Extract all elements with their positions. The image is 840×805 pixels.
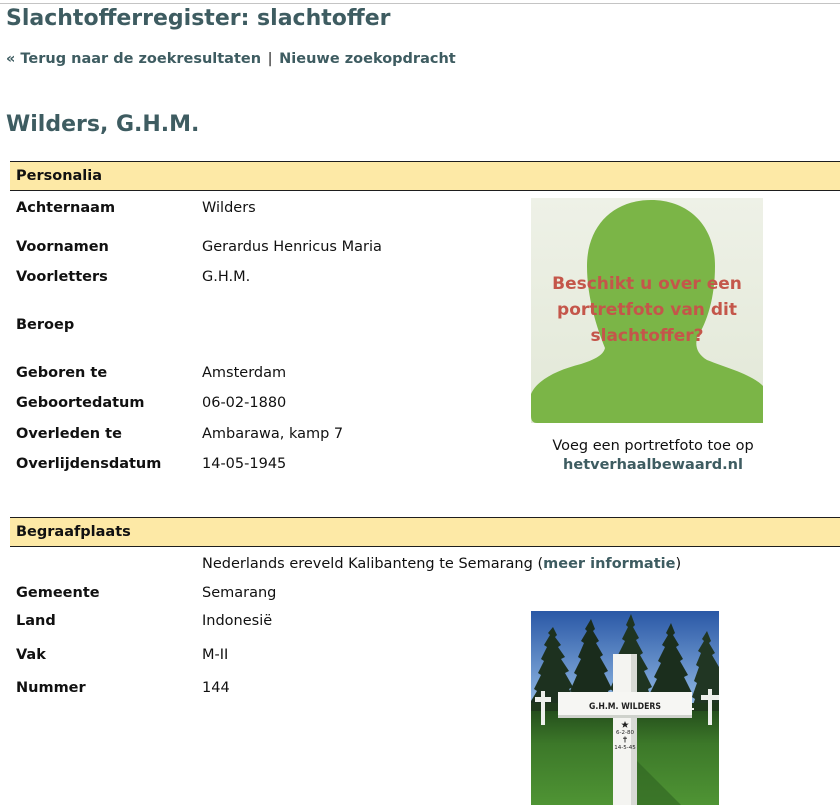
field-label: Beroep (16, 317, 75, 333)
field-value: M-II (202, 647, 229, 663)
field-label: Nummer (16, 680, 86, 696)
portrait-caption: Voeg een portretfoto toe op (552, 438, 754, 454)
field-label: Gemeente (16, 585, 100, 601)
field-label: Voornamen (16, 239, 109, 255)
paren-close: ) (675, 556, 682, 572)
cross-plaque-text: G.H.M. WILDERS (589, 702, 661, 712)
cemetery-row: Nederlands ereveld Kalibanteng te Semara… (0, 554, 681, 574)
top-border (0, 3, 840, 4)
field-value: Indonesië (202, 613, 273, 629)
begraafplaats-header: Begraafplaats (10, 517, 840, 547)
cemetery-name: Nederlands ereveld Kalibanteng te Semara… (202, 556, 533, 572)
grave-photo: G.H.M. WILDERS 6-2-80 14-5-45 (531, 611, 719, 805)
result-navigation: « Terug naar de zoekresultaten | Nieuwe … (6, 49, 456, 69)
field-row-vak: Vak M-II (0, 645, 520, 665)
page-title: Slachtofferregister: slachtoffer (6, 6, 391, 31)
portrait-prompt-line-2: portretfoto van dit (557, 300, 737, 320)
field-label: Land (16, 613, 56, 629)
field-row-overleden-te: Overleden te Ambarawa, kamp 7 (0, 424, 520, 444)
field-value: 14-05-1945 (202, 456, 287, 472)
field-value: 144 (202, 680, 230, 696)
field-value: 06-02-1880 (202, 395, 287, 411)
field-label: Achternaam (16, 200, 116, 216)
hetverhaalbewaard-link[interactable]: hetverhaalbewaard.nl (563, 457, 743, 473)
field-row-land: Land Indonesië (0, 611, 520, 631)
cross-birth-date: 6-2-80 (616, 730, 634, 736)
field-label: Overlijdensdatum (16, 456, 162, 472)
field-row-beroep: Beroep (0, 315, 520, 335)
field-label: Voorletters (16, 269, 108, 285)
field-label: Vak (16, 647, 46, 663)
field-row-overlijdensdatum: Overlijdensdatum 14-05-1945 (0, 454, 520, 474)
personalia-header: Personalia (10, 161, 840, 191)
field-label: Overleden te (16, 426, 122, 442)
field-row-achternaam: Achternaam Wilders (0, 198, 520, 218)
portrait-placeholder-image: Beschikt u over een portretfoto van dit … (531, 198, 763, 423)
more-info-link[interactable]: meer informatie (543, 556, 675, 572)
cemetery-value: Nederlands ereveld Kalibanteng te Semara… (202, 554, 681, 574)
field-row-nummer: Nummer 144 (0, 678, 520, 698)
field-label: Geboren te (16, 365, 108, 381)
back-to-results-link[interactable]: « Terug naar de zoekresultaten (6, 51, 261, 67)
cross-death-date: 14-5-45 (614, 745, 636, 751)
field-row-gemeente: Gemeente Semarang (0, 583, 520, 603)
field-row-geboren-te: Geboren te Amsterdam (0, 363, 520, 383)
field-row-voorletters: Voorletters G.H.M. (0, 267, 520, 287)
field-label: Geboortedatum (16, 395, 145, 411)
victim-name-heading: Wilders, G.H.M. (6, 112, 200, 137)
field-value: Ambarawa, kamp 7 (202, 426, 344, 442)
field-row-voornamen: Voornamen Gerardus Henricus Maria (0, 237, 520, 257)
portrait-prompt-line-1: Beschikt u over een (552, 274, 742, 294)
new-search-link[interactable]: Nieuwe zoekopdracht (279, 51, 456, 67)
field-value: Wilders (202, 200, 256, 216)
nav-separator: | (267, 51, 273, 67)
field-value: Amsterdam (202, 365, 287, 381)
field-row-geboortedatum: Geboortedatum 06-02-1880 (0, 393, 520, 413)
field-value: Gerardus Henricus Maria (202, 239, 382, 255)
portrait-prompt-line-3: slachtoffer? (591, 326, 704, 346)
field-value: Semarang (202, 585, 277, 601)
field-value: G.H.M. (202, 269, 251, 285)
portrait-link-wrapper: hetverhaalbewaard.nl (531, 455, 775, 475)
